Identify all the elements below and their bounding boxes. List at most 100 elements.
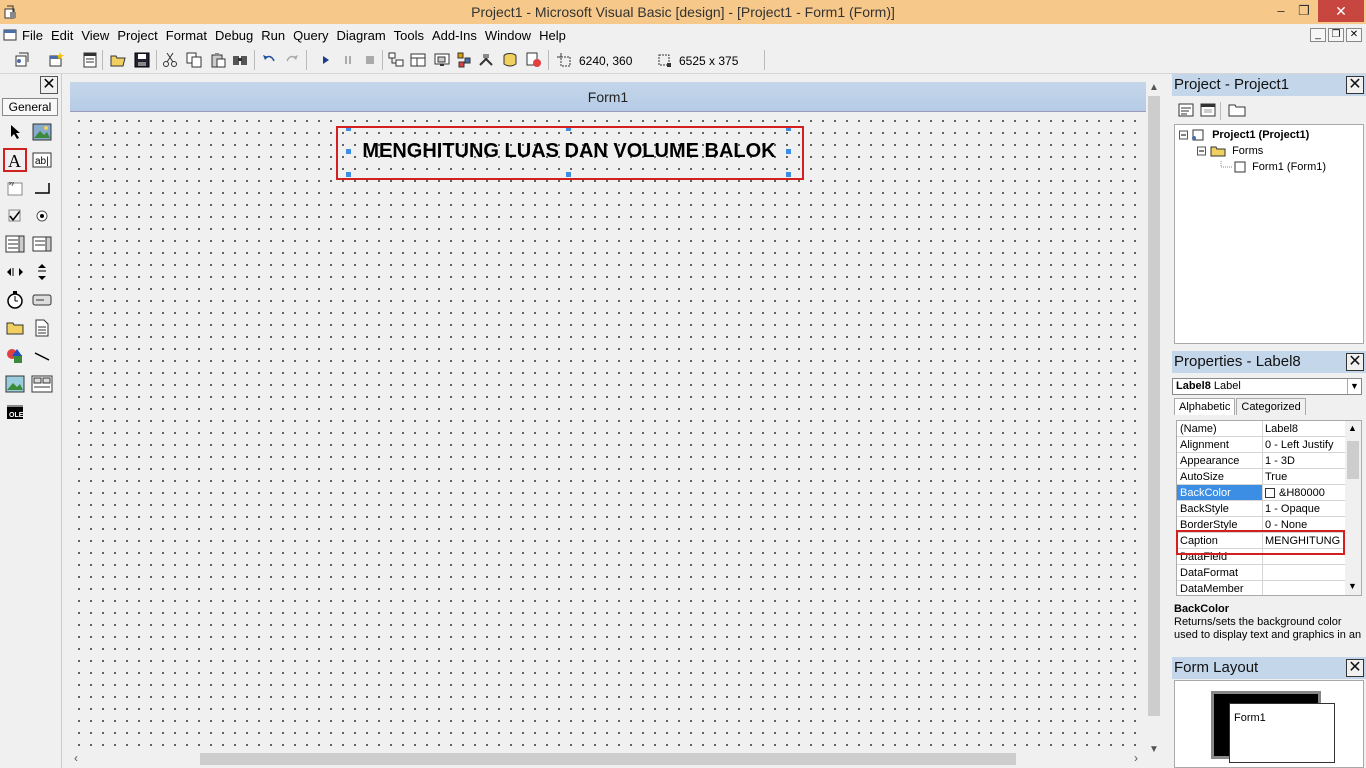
menu-view[interactable]: View: [81, 28, 109, 43]
mini-form-preview[interactable]: Form1: [1229, 703, 1335, 763]
pointer-tool[interactable]: [3, 120, 27, 144]
tree-node-forms[interactable]: Forms: [1197, 145, 1263, 157]
toolbox-general-tab[interactable]: General: [2, 98, 58, 116]
object-selector[interactable]: Label8 Label ▼: [1172, 378, 1362, 395]
property-row-selected[interactable]: BackColor &H80000: [1177, 485, 1361, 501]
property-value[interactable]: [1263, 565, 1343, 580]
checkbox-tool[interactable]: [3, 204, 27, 228]
menu-editor-icon[interactable]: [82, 52, 98, 68]
property-value[interactable]: [1263, 581, 1343, 595]
property-row[interactable]: AutoSize True: [1177, 469, 1361, 485]
menu-format[interactable]: Format: [166, 28, 207, 43]
timer-tool[interactable]: [3, 288, 27, 312]
property-row[interactable]: Appearance 1 - 3D: [1177, 453, 1361, 469]
tree-node-project[interactable]: Project1 (Project1): [1179, 129, 1309, 141]
commandbutton-tool[interactable]: [30, 176, 54, 200]
scroll-up-icon[interactable]: ▲: [1348, 423, 1357, 433]
tree-node-form1[interactable]: Form1 (Form1): [1219, 161, 1326, 173]
designer-vertical-scrollbar[interactable]: ▲ ▼: [1146, 82, 1164, 760]
form-canvas[interactable]: MENGHITUNG LUAS DAN VOLUME BALOK: [70, 112, 1146, 750]
ole-tool[interactable]: OLE: [3, 400, 27, 424]
view-object-icon[interactable]: [1200, 102, 1216, 118]
layout-panel-close-button[interactable]: ✕: [1346, 659, 1364, 677]
property-row[interactable]: BackStyle 1 - Opaque: [1177, 501, 1361, 517]
toolbox-icon[interactable]: [478, 52, 494, 68]
menu-window[interactable]: Window: [485, 28, 531, 43]
dirlistbox-tool[interactable]: [3, 316, 27, 340]
property-row[interactable]: (Name) Label8: [1177, 421, 1361, 437]
scroll-down-icon[interactable]: ▼: [1149, 744, 1159, 755]
add-project-icon[interactable]: [14, 52, 30, 68]
properties-scroll-thumb[interactable]: [1347, 441, 1359, 479]
undo-icon[interactable]: [261, 52, 277, 68]
property-value[interactable]: Label8: [1263, 421, 1343, 436]
optionbutton-tool[interactable]: [30, 204, 54, 228]
tab-categorized[interactable]: Categorized: [1236, 398, 1306, 415]
properties-window-icon[interactable]: [410, 52, 426, 68]
drivelistbox-tool[interactable]: [30, 288, 54, 312]
copy-icon[interactable]: [186, 52, 202, 68]
menu-edit[interactable]: Edit: [51, 28, 73, 43]
form-caption-bar[interactable]: Form1: [70, 82, 1146, 112]
tab-alphabetic[interactable]: Alphabetic: [1174, 398, 1236, 415]
menu-diagram[interactable]: Diagram: [337, 28, 386, 43]
form-layout-icon[interactable]: [434, 52, 450, 68]
property-row[interactable]: DataMember: [1177, 581, 1361, 595]
save-icon[interactable]: [134, 52, 150, 68]
data-view-icon[interactable]: [502, 52, 518, 68]
close-button[interactable]: ✕: [1318, 0, 1364, 22]
horizontal-scroll-thumb[interactable]: [200, 753, 1016, 765]
view-code-icon[interactable]: [1178, 102, 1194, 118]
scroll-down-icon[interactable]: ▼: [1348, 581, 1357, 591]
toolbox-close-button[interactable]: ✕: [40, 76, 58, 94]
menu-file[interactable]: File: [22, 28, 43, 43]
scroll-right-icon[interactable]: ›: [1134, 751, 1138, 765]
image-tool[interactable]: [3, 372, 27, 396]
menu-tools[interactable]: Tools: [394, 28, 424, 43]
menu-project[interactable]: Project: [117, 28, 157, 43]
filelistbox-tool[interactable]: [30, 316, 54, 340]
maximize-button[interactable]: ❐: [1290, 0, 1318, 22]
scroll-left-icon[interactable]: ‹: [74, 751, 78, 765]
scroll-up-icon[interactable]: ▲: [1149, 82, 1159, 93]
mdi-close-button[interactable]: ✕: [1346, 28, 1362, 42]
property-value[interactable]: 0 - Left Justify: [1263, 437, 1343, 452]
project-panel-close-button[interactable]: ✕: [1346, 76, 1364, 94]
combobox-tool[interactable]: [3, 232, 27, 256]
properties-scrollbar[interactable]: ▲ ▼: [1345, 421, 1361, 595]
property-value[interactable]: 1 - 3D: [1263, 453, 1343, 468]
vscrollbar-tool[interactable]: [30, 260, 54, 284]
data-tool[interactable]: [30, 372, 54, 396]
picturebox-tool[interactable]: [30, 120, 54, 144]
form-window-icon[interactable]: [3, 28, 17, 42]
textbox-tool[interactable]: ab|: [30, 148, 54, 172]
property-row[interactable]: Alignment 0 - Left Justify: [1177, 437, 1361, 453]
component-manager-icon[interactable]: [526, 52, 542, 68]
chevron-down-icon[interactable]: ▼: [1347, 379, 1361, 394]
property-row[interactable]: DataFormat: [1177, 565, 1361, 581]
menu-addins[interactable]: Add-Ins: [432, 28, 477, 43]
cut-icon[interactable]: [162, 52, 178, 68]
menu-query[interactable]: Query: [293, 28, 328, 43]
shape-tool[interactable]: [3, 344, 27, 368]
paste-icon[interactable]: [210, 52, 226, 68]
mdi-restore-button[interactable]: ❐: [1328, 28, 1344, 42]
designer-horizontal-scrollbar[interactable]: ‹ ›: [70, 750, 1146, 768]
open-folder-icon[interactable]: [110, 52, 126, 68]
property-value[interactable]: True: [1263, 469, 1343, 484]
mdi-minimize-button[interactable]: _: [1310, 28, 1326, 42]
menu-help[interactable]: Help: [539, 28, 566, 43]
properties-panel-close-button[interactable]: ✕: [1346, 353, 1364, 371]
hscrollbar-tool[interactable]: [3, 260, 27, 284]
property-value[interactable]: &H80000: [1263, 485, 1343, 500]
listbox-tool[interactable]: [30, 232, 54, 256]
menu-run[interactable]: Run: [261, 28, 285, 43]
add-form-icon[interactable]: [48, 52, 64, 68]
menu-debug[interactable]: Debug: [215, 28, 253, 43]
label-tool[interactable]: A: [3, 148, 27, 172]
toggle-folders-icon[interactable]: [1228, 102, 1246, 118]
project-explorer-icon[interactable]: [388, 52, 404, 68]
line-tool[interactable]: [30, 344, 54, 368]
object-browser-icon[interactable]: [456, 52, 472, 68]
property-value[interactable]: 1 - Opaque: [1263, 501, 1343, 516]
